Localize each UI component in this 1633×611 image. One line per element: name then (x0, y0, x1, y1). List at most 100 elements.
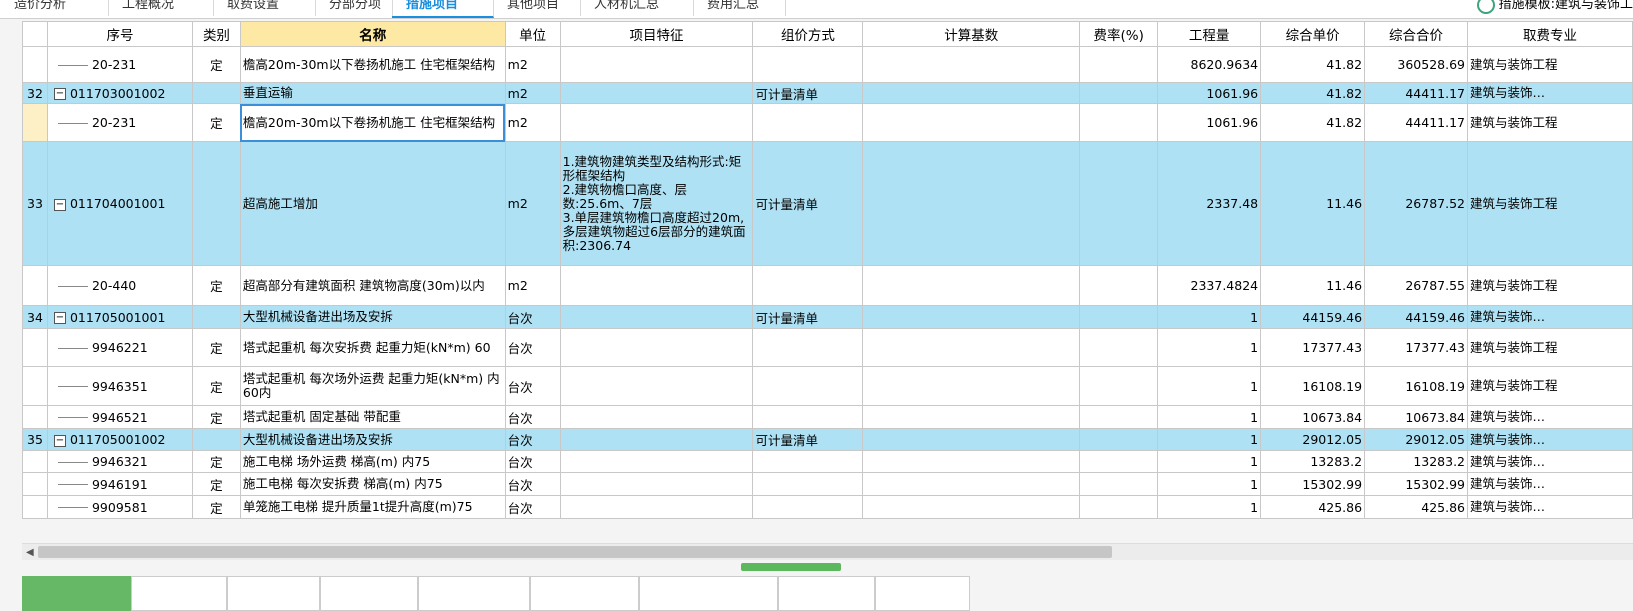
cell-qty[interactable]: 8620.9634 (1157, 46, 1262, 83)
cell-feature[interactable] (559, 405, 754, 429)
cell-unit[interactable]: m2 (504, 46, 561, 83)
cell-price[interactable]: 17377.43 (1260, 328, 1366, 367)
table-row[interactable]: 20-440 定超高部分有建筑面积 建筑物高度(30m)以内 m2 2337.4824… (22, 265, 1633, 306)
cell-rate[interactable] (1079, 472, 1159, 496)
cell-price[interactable]: 41.82 (1260, 103, 1366, 142)
tab-7[interactable]: 费用汇总 (693, 0, 786, 16)
cell-idx[interactable] (22, 265, 48, 306)
cell-feature[interactable] (559, 366, 754, 406)
bottom-tab-4[interactable] (418, 576, 530, 611)
cell-rate[interactable] (1079, 141, 1159, 266)
column-header-5[interactable]: 项目特征 (559, 21, 754, 47)
table-row[interactable]: 9946191 定施工电梯 每次安拆费 梯高(m) 内75 台次 1 15302.99 1… (22, 472, 1633, 496)
cell-type[interactable]: 定 (191, 495, 241, 519)
cell-unit[interactable]: m2 (504, 265, 561, 306)
cell-qty[interactable]: 1 (1157, 428, 1262, 451)
cell-major[interactable]: 建筑与装饰… (1467, 82, 1633, 104)
cell-feature[interactable] (559, 328, 754, 367)
table-row[interactable]: 9946321 定施工电梯 场外运费 梯高(m) 内75 台次 1 13283.2 132… (22, 450, 1633, 473)
cell-qty[interactable]: 1 (1157, 366, 1262, 406)
cell-major[interactable]: 建筑与装饰工程 (1467, 141, 1633, 266)
cell-code[interactable]: 9946321 (46, 450, 193, 473)
tab-3[interactable]: 分部分项 (315, 0, 393, 16)
cell-name[interactable]: 大型机械设备进出场及安拆 (239, 305, 506, 329)
bottom-tab-1[interactable] (131, 576, 227, 611)
tab-6[interactable]: 人材机汇总 (580, 0, 694, 16)
table-row[interactable]: 9946351 定塔式起重机 每次场外运费 起重力矩(kN*m) 内60内 台次 1 1… (22, 366, 1633, 406)
cell-major[interactable]: 建筑与装饰工程 (1467, 328, 1633, 367)
cell-major[interactable]: 建筑与装饰工程 (1467, 103, 1633, 142)
cell-base[interactable] (862, 495, 1081, 519)
bottom-tab-3[interactable] (320, 576, 418, 611)
cell-rate[interactable] (1079, 46, 1159, 83)
tab-4[interactable]: 措施项目 (392, 0, 494, 18)
cell-method[interactable]: 可计量清单 (752, 141, 864, 266)
cell-feature[interactable] (559, 428, 754, 451)
cell-base[interactable] (862, 46, 1081, 83)
scrollbar-thumb[interactable] (38, 546, 1112, 558)
cell-unit[interactable]: m2 (504, 82, 561, 104)
cell-feature[interactable] (559, 46, 754, 83)
column-header-8[interactable]: 费率(%) (1079, 21, 1159, 47)
tab-1[interactable]: 工程概况 (108, 0, 214, 16)
cell-code[interactable]: −011703001002 (46, 82, 193, 104)
tab-2[interactable]: 取费设置 (213, 0, 316, 16)
cell-base[interactable] (862, 366, 1081, 406)
column-header-10[interactable]: 综合单价 (1260, 21, 1366, 47)
cell-name[interactable]: 檐高20m-30m以下卷扬机施工 住宅框架结构 (239, 103, 506, 142)
cell-price[interactable]: 11.46 (1260, 265, 1366, 306)
cell-rate[interactable] (1079, 366, 1159, 406)
cell-feature[interactable] (559, 495, 754, 519)
cell-feature[interactable] (559, 472, 754, 496)
cell-base[interactable] (862, 328, 1081, 367)
cell-price[interactable]: 29012.05 (1260, 428, 1366, 451)
cell-method[interactable] (752, 405, 864, 429)
cell-code[interactable]: 20-440 (46, 265, 193, 306)
cell-qty[interactable]: 1 (1157, 328, 1262, 367)
cell-code[interactable]: −011704001001 (46, 141, 193, 266)
cell-base[interactable] (862, 103, 1081, 142)
cell-name[interactable]: 塔式起重机 固定基础 带配重 (239, 405, 506, 429)
cell-type[interactable] (191, 141, 241, 266)
cell-rate[interactable] (1079, 405, 1159, 429)
cell-rate[interactable] (1079, 495, 1159, 519)
cell-feature[interactable] (559, 450, 754, 473)
cell-type[interactable]: 定 (191, 103, 241, 142)
cell-rate[interactable] (1079, 82, 1159, 104)
cell-idx[interactable] (22, 472, 48, 496)
cell-method[interactable] (752, 46, 864, 83)
cell-name[interactable]: 大型机械设备进出场及安拆 (239, 428, 506, 451)
cell-major[interactable]: 建筑与装饰… (1467, 305, 1633, 329)
cell-base[interactable] (862, 265, 1081, 306)
cell-method[interactable]: 可计量清单 (752, 428, 864, 451)
cell-unit[interactable]: 台次 (504, 305, 561, 329)
table-row[interactable]: 32−011703001002 垂直运输 m2 可计量清单 1061.96 41.82 44… (22, 82, 1633, 104)
column-header-3[interactable]: 名称 (239, 21, 506, 47)
collapse-icon[interactable]: − (53, 88, 66, 100)
cell-base[interactable] (862, 450, 1081, 473)
cell-base[interactable] (862, 472, 1081, 496)
cell-feature[interactable] (559, 265, 754, 306)
cell-price[interactable]: 11.46 (1260, 141, 1366, 266)
cell-feature[interactable] (559, 103, 754, 142)
cell-price[interactable]: 41.82 (1260, 46, 1366, 83)
cell-total[interactable]: 29012.05 (1364, 428, 1469, 451)
cell-total[interactable]: 44411.17 (1364, 103, 1469, 142)
cell-idx[interactable] (22, 328, 48, 367)
column-header-0[interactable] (22, 21, 48, 47)
cell-type[interactable]: 定 (191, 405, 241, 429)
cell-type[interactable]: 定 (191, 366, 241, 406)
cell-qty[interactable]: 1061.96 (1157, 82, 1262, 104)
cell-code[interactable]: 20-231 (46, 103, 193, 142)
cell-total[interactable]: 360528.69 (1364, 46, 1469, 83)
cell-unit[interactable]: 台次 (504, 405, 561, 429)
cell-major[interactable]: 建筑与装饰… (1467, 405, 1633, 429)
panel-resize-handle[interactable] (741, 563, 841, 571)
cell-rate[interactable] (1079, 103, 1159, 142)
cell-method[interactable] (752, 472, 864, 496)
cell-qty[interactable]: 1 (1157, 472, 1262, 496)
cell-code[interactable]: 9946221 (46, 328, 193, 367)
cell-major[interactable]: 建筑与装饰工程 (1467, 366, 1633, 406)
cell-method[interactable] (752, 328, 864, 367)
cell-unit[interactable]: 台次 (504, 495, 561, 519)
